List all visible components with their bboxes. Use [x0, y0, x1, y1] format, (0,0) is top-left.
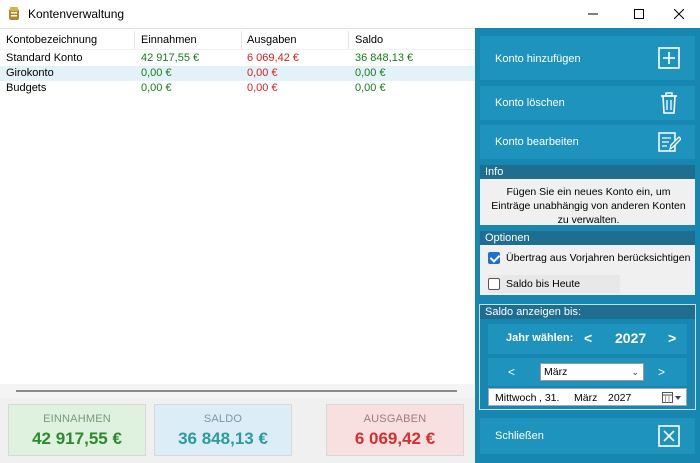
expense-summary-label: AUSGABEN [363, 413, 427, 425]
balance-summary-value: 36 848,13 € [178, 429, 268, 448]
row-balance: 0,00 € [355, 82, 386, 94]
year-selector: Jahr wählen: < 2027 > [488, 324, 687, 354]
edit-document-icon [658, 132, 681, 152]
carry-over-checkbox[interactable] [488, 252, 500, 264]
close-box-icon [658, 425, 680, 447]
row-expense: 0,00 € [247, 67, 278, 79]
close-icon [674, 9, 684, 19]
saldo-display-group: Saldo anzeigen bis: Jahr wählen: < 2027 … [479, 304, 696, 410]
maximize-icon [634, 9, 644, 19]
edit-account-label: Konto bearbeiten [495, 136, 579, 148]
minimize-button[interactable] [570, 0, 616, 28]
row-name: Girokonto [6, 67, 54, 79]
date-weekday[interactable]: Mittwoch [495, 390, 536, 406]
calendar-dropdown-icon[interactable] [662, 392, 682, 403]
saldo-today-checkbox[interactable] [488, 278, 500, 290]
chevron-down-icon: ⌄ [631, 367, 639, 377]
income-summary: EINNAHMEN 42 917,55 € [8, 404, 146, 456]
saldo-today-label: Saldo bis Heute [506, 278, 581, 290]
date-month[interactable]: März [574, 390, 597, 406]
date-year[interactable]: 2027 [608, 390, 631, 406]
month-next-button[interactable]: > [658, 365, 665, 379]
summary-bar: EINNAHMEN 42 917,55 € SALDO 36 848,13 € … [0, 398, 475, 463]
balance-summary: SALDO 36 848,13 € [154, 404, 292, 456]
title-bar: Kontenverwaltung [0, 0, 700, 28]
column-separator[interactable] [241, 31, 242, 49]
trash-icon [661, 92, 677, 114]
expense-summary: AUSGABEN 6 069,42 € [326, 404, 464, 456]
column-separator[interactable] [348, 31, 349, 49]
year-value: 2027 [615, 330, 647, 346]
month-dropdown[interactable]: März ⌄ [540, 363, 644, 381]
column-separator[interactable] [134, 31, 135, 49]
info-group: Info Fügen Sie ein neues Konto ein, um E… [479, 164, 696, 226]
options-group: Optionen Übertrag aus Vorjahren berücksi… [479, 230, 696, 296]
table-row[interactable]: Girokonto 0,00 € 0,00 € 0,00 € [0, 66, 475, 81]
column-header-income[interactable]: Einnahmen [141, 34, 197, 46]
row-income: 0,00 € [141, 82, 172, 94]
window-title: Kontenverwaltung [28, 7, 125, 21]
row-balance: 36 848,13 € [355, 52, 414, 64]
close-button[interactable]: Schließen [480, 418, 695, 454]
income-summary-value: 42 917,55 € [32, 429, 122, 448]
add-account-button[interactable]: Konto hinzufügen [480, 36, 695, 80]
row-expense: 0,00 € [247, 82, 278, 94]
income-summary-label: EINNAHMEN [43, 413, 111, 425]
row-income: 42 917,55 € [141, 52, 200, 64]
add-account-label: Konto hinzufügen [495, 53, 581, 65]
month-dropdown-value: März [544, 366, 568, 378]
app-icon [9, 7, 19, 20]
date-picker[interactable]: Mittwoch , 31. März 2027 [488, 388, 687, 406]
horizontal-scrollbar[interactable] [0, 384, 475, 398]
date-day[interactable]: , 31. [539, 390, 559, 406]
delete-account-label: Konto löschen [495, 97, 565, 109]
list-header: Kontobezeichnung Einnahmen Ausgaben Sald… [0, 29, 475, 50]
table-row[interactable]: Standard Konto 42 917,55 € 6 069,42 € 36… [0, 51, 475, 66]
row-name: Standard Konto [6, 52, 83, 64]
month-selector: < März ⌄ > [488, 358, 687, 386]
options-group-title: Optionen [480, 231, 695, 245]
year-label: Jahr wählen: [506, 332, 574, 344]
column-header-expense[interactable]: Ausgaben [247, 34, 297, 46]
plus-box-icon [658, 47, 680, 69]
close-button-label: Schließen [495, 430, 544, 442]
side-panel: Konto hinzufügen Konto löschen Konto bea… [475, 28, 700, 463]
scrollbar-thumb[interactable] [16, 390, 457, 392]
minimize-icon [588, 13, 598, 15]
year-next-button[interactable]: > [668, 330, 676, 346]
info-group-title: Info [480, 165, 695, 179]
carry-over-label: Übertrag aus Vorjahren berücksichtigen [506, 252, 691, 264]
row-income: 0,00 € [141, 67, 172, 79]
carry-over-checkbox-row[interactable]: Übertrag aus Vorjahren berücksichtigen [488, 252, 690, 264]
saldo-display-title: Saldo anzeigen bis: [480, 305, 695, 319]
info-text: Fügen Sie ein neues Konto ein, um Einträ… [491, 186, 686, 226]
year-prev-button[interactable]: < [584, 330, 592, 346]
row-balance: 0,00 € [355, 67, 386, 79]
column-header-balance[interactable]: Saldo [355, 34, 383, 46]
edit-account-button[interactable]: Konto bearbeiten [480, 125, 695, 159]
table-row[interactable]: Budgets 0,00 € 0,00 € 0,00 € [0, 81, 475, 96]
delete-account-button[interactable]: Konto löschen [480, 86, 695, 120]
expense-summary-value: 6 069,42 € [354, 429, 436, 448]
balance-summary-label: SALDO [203, 413, 243, 425]
month-prev-button[interactable]: < [508, 365, 515, 379]
row-expense: 6 069,42 € [247, 52, 299, 64]
account-list[interactable]: Kontobezeichnung Einnahmen Ausgaben Sald… [0, 28, 475, 384]
close-window-button[interactable] [656, 0, 700, 28]
row-name: Budgets [6, 82, 47, 94]
column-header-name[interactable]: Kontobezeichnung [6, 34, 97, 46]
saldo-today-checkbox-row[interactable]: Saldo bis Heute [488, 275, 620, 293]
